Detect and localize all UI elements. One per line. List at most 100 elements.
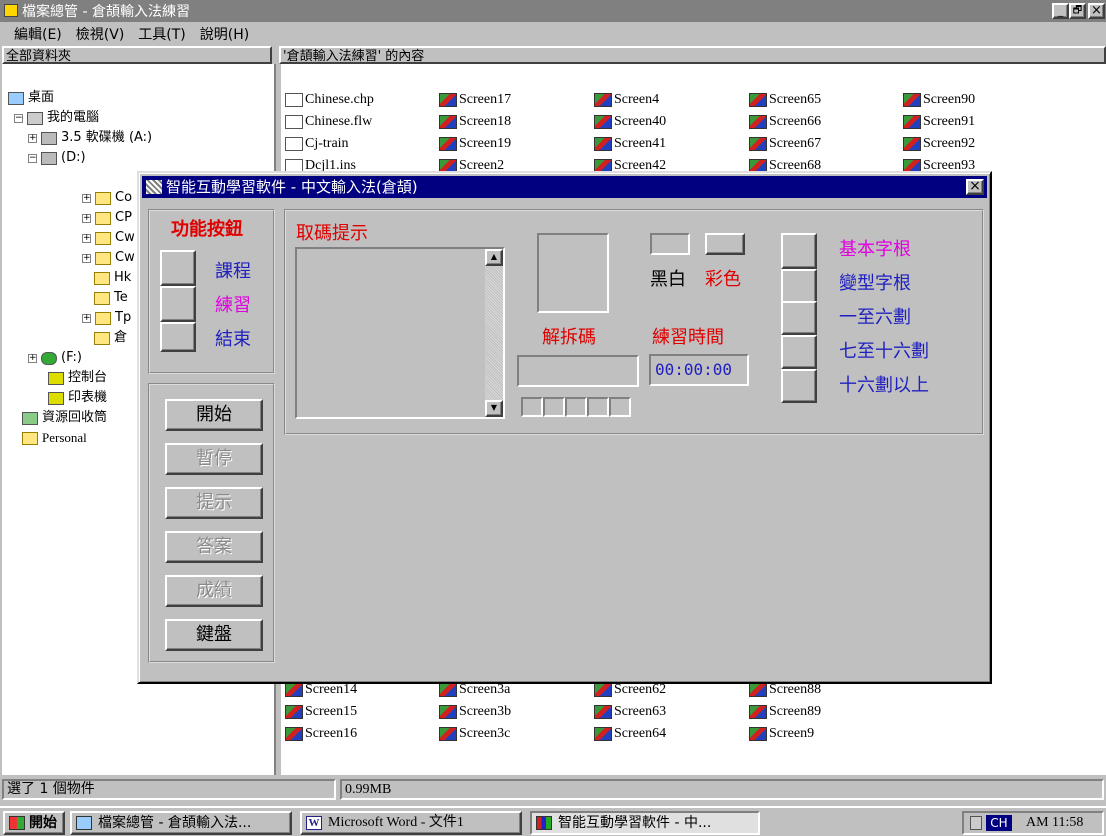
bw-mode-toggle[interactable] bbox=[650, 233, 690, 255]
score-button[interactable]: 成績 bbox=[165, 575, 263, 607]
expand-icon[interactable]: + bbox=[82, 213, 91, 223]
list-item[interactable]: Screen18 bbox=[439, 112, 511, 132]
color-mode-toggle[interactable] bbox=[705, 233, 745, 255]
list-item[interactable]: Screen3c bbox=[439, 724, 510, 744]
list-item[interactable]: Screen89 bbox=[749, 702, 821, 722]
tree-item-my-computer[interactable]: − 我的電腦 bbox=[14, 108, 99, 128]
list-item[interactable]: Screen3b bbox=[439, 702, 511, 722]
strokes-1-6-button[interactable] bbox=[781, 301, 817, 335]
pause-button[interactable]: 暫停 bbox=[165, 443, 263, 475]
menu-help[interactable]: 說明(H) bbox=[200, 24, 249, 44]
list-item[interactable]: Chinese.flw bbox=[285, 112, 372, 132]
menu-view[interactable]: 檢視(V) bbox=[76, 24, 125, 44]
start-button[interactable]: 開始 bbox=[3, 811, 65, 835]
list-item[interactable]: Screen63 bbox=[594, 702, 666, 722]
tree-item-current-folder[interactable]: 倉 bbox=[94, 328, 127, 348]
list-item[interactable]: Screen65 bbox=[749, 90, 821, 110]
explorer-title-bar[interactable]: 檔案總管 - 倉頡輸入法練習 _ 🗗 × bbox=[0, 0, 1106, 22]
radical-basic-button[interactable] bbox=[781, 233, 817, 269]
code-box bbox=[543, 397, 565, 417]
decode-field[interactable] bbox=[517, 355, 639, 387]
task-word[interactable]: W Microsoft Word - 文件1 bbox=[300, 811, 522, 835]
list-item[interactable]: Screen16 bbox=[285, 724, 357, 744]
tree-item-drive-d[interactable]: − (D:) bbox=[28, 148, 86, 168]
tree-item-folder[interactable]: Hk bbox=[94, 268, 131, 288]
expand-icon[interactable]: + bbox=[82, 313, 91, 323]
paint-icon bbox=[749, 683, 767, 697]
tree-item-printers[interactable]: 印表機 bbox=[48, 388, 107, 408]
hint-scrollbar[interactable]: ▲ ▼ bbox=[485, 249, 503, 417]
hint-button[interactable]: 提示 bbox=[165, 487, 263, 519]
file-icon bbox=[285, 93, 303, 107]
task-explorer[interactable]: 檔案總管 - 倉頡輸入法... bbox=[70, 811, 292, 835]
minimize-button[interactable]: _ bbox=[1052, 3, 1069, 19]
expand-icon[interactable]: + bbox=[28, 353, 37, 363]
list-item[interactable]: Screen17 bbox=[439, 90, 511, 110]
tree-item-floppy[interactable]: +3.5 軟碟機 (A:) bbox=[28, 128, 152, 148]
start-practice-button[interactable]: 開始 bbox=[165, 399, 263, 431]
tree-item-folder[interactable]: + Co bbox=[82, 188, 132, 208]
paint-icon bbox=[439, 683, 457, 697]
list-item[interactable]: Screen67 bbox=[749, 134, 821, 154]
radical-basic-label: 基本字根 bbox=[839, 239, 911, 260]
expand-icon[interactable]: + bbox=[82, 233, 91, 243]
tree-item-personal[interactable]: Personal bbox=[22, 428, 87, 448]
ime-indicator[interactable]: CH bbox=[986, 815, 1012, 831]
list-item[interactable]: Screen41 bbox=[594, 134, 666, 154]
code-box bbox=[609, 397, 631, 417]
list-item[interactable]: Chinese.chp bbox=[285, 90, 374, 110]
expand-icon[interactable]: + bbox=[28, 133, 37, 143]
collapse-icon[interactable]: − bbox=[28, 153, 37, 163]
strokes-7-16-button[interactable] bbox=[781, 335, 817, 369]
tree-item-drive-f[interactable]: + (F:) bbox=[28, 348, 82, 368]
paint-icon bbox=[439, 705, 457, 719]
keyboard-button[interactable]: 鍵盤 bbox=[165, 619, 263, 651]
menu-tools[interactable]: 工具(T) bbox=[138, 24, 185, 44]
list-item[interactable]: Screen40 bbox=[594, 112, 666, 132]
close-button[interactable]: × bbox=[1088, 3, 1105, 19]
strokes-16-plus-button[interactable] bbox=[781, 369, 817, 403]
answer-button[interactable]: 答案 bbox=[165, 531, 263, 563]
app-title-bar[interactable]: 智能互動學習軟件 - 中文輸入法(倉頡) × bbox=[142, 176, 987, 198]
radical-variant-button[interactable] bbox=[781, 269, 817, 305]
tree-item-folder[interactable]: + Tp bbox=[82, 308, 131, 328]
list-item[interactable]: Screen90 bbox=[903, 90, 975, 110]
strokes-16-plus-label: 十六劃以上 bbox=[839, 375, 929, 396]
tree-item-recycle-bin[interactable]: 資源回收筒 bbox=[22, 408, 107, 428]
list-item[interactable]: Screen66 bbox=[749, 112, 821, 132]
list-item[interactable]: Screen64 bbox=[594, 724, 666, 744]
list-item[interactable]: Screen91 bbox=[903, 112, 975, 132]
task-learning-app[interactable]: 智能互動學習軟件 - 中... bbox=[530, 811, 760, 835]
code-box bbox=[587, 397, 609, 417]
scroll-up-arrow[interactable]: ▲ bbox=[485, 249, 503, 266]
collapse-icon[interactable]: − bbox=[14, 113, 23, 123]
tree-item-folder[interactable]: Te bbox=[94, 288, 128, 308]
tree-item-folder[interactable]: + Cw bbox=[82, 228, 135, 248]
paint-icon bbox=[594, 705, 612, 719]
course-button[interactable] bbox=[160, 250, 196, 286]
app-close-button[interactable]: × bbox=[966, 179, 984, 195]
restore-button[interactable]: 🗗 bbox=[1069, 3, 1086, 19]
tree-item-folder[interactable]: + Cw bbox=[82, 248, 135, 268]
tree-item-control-panel[interactable]: 控制台 bbox=[48, 368, 107, 388]
list-item[interactable]: Screen92 bbox=[903, 134, 975, 154]
clock: AM 11:58 bbox=[1026, 815, 1084, 830]
list-item[interactable]: Screen9 bbox=[749, 724, 814, 744]
list-item[interactable]: Screen19 bbox=[439, 134, 511, 154]
hint-textarea[interactable]: ▲ ▼ bbox=[295, 247, 505, 419]
menu-edit[interactable]: 編輯(E) bbox=[14, 24, 62, 44]
expand-icon[interactable]: + bbox=[82, 253, 91, 263]
list-item[interactable]: Cj-train bbox=[285, 134, 349, 154]
expand-icon[interactable]: + bbox=[82, 193, 91, 203]
folder-icon bbox=[94, 271, 110, 285]
list-item[interactable]: Screen4 bbox=[594, 90, 659, 110]
scroll-down-arrow[interactable]: ▼ bbox=[485, 400, 503, 417]
word-icon: W bbox=[306, 816, 322, 830]
practice-button[interactable] bbox=[160, 286, 196, 322]
tree-item-desktop[interactable]: 桌面 bbox=[8, 88, 54, 108]
list-item[interactable]: Screen15 bbox=[285, 702, 357, 722]
exit-button[interactable] bbox=[160, 322, 196, 352]
app-icon bbox=[536, 816, 552, 830]
tree-item-folder[interactable]: + CP bbox=[82, 208, 132, 228]
speaker-icon[interactable] bbox=[970, 816, 982, 830]
